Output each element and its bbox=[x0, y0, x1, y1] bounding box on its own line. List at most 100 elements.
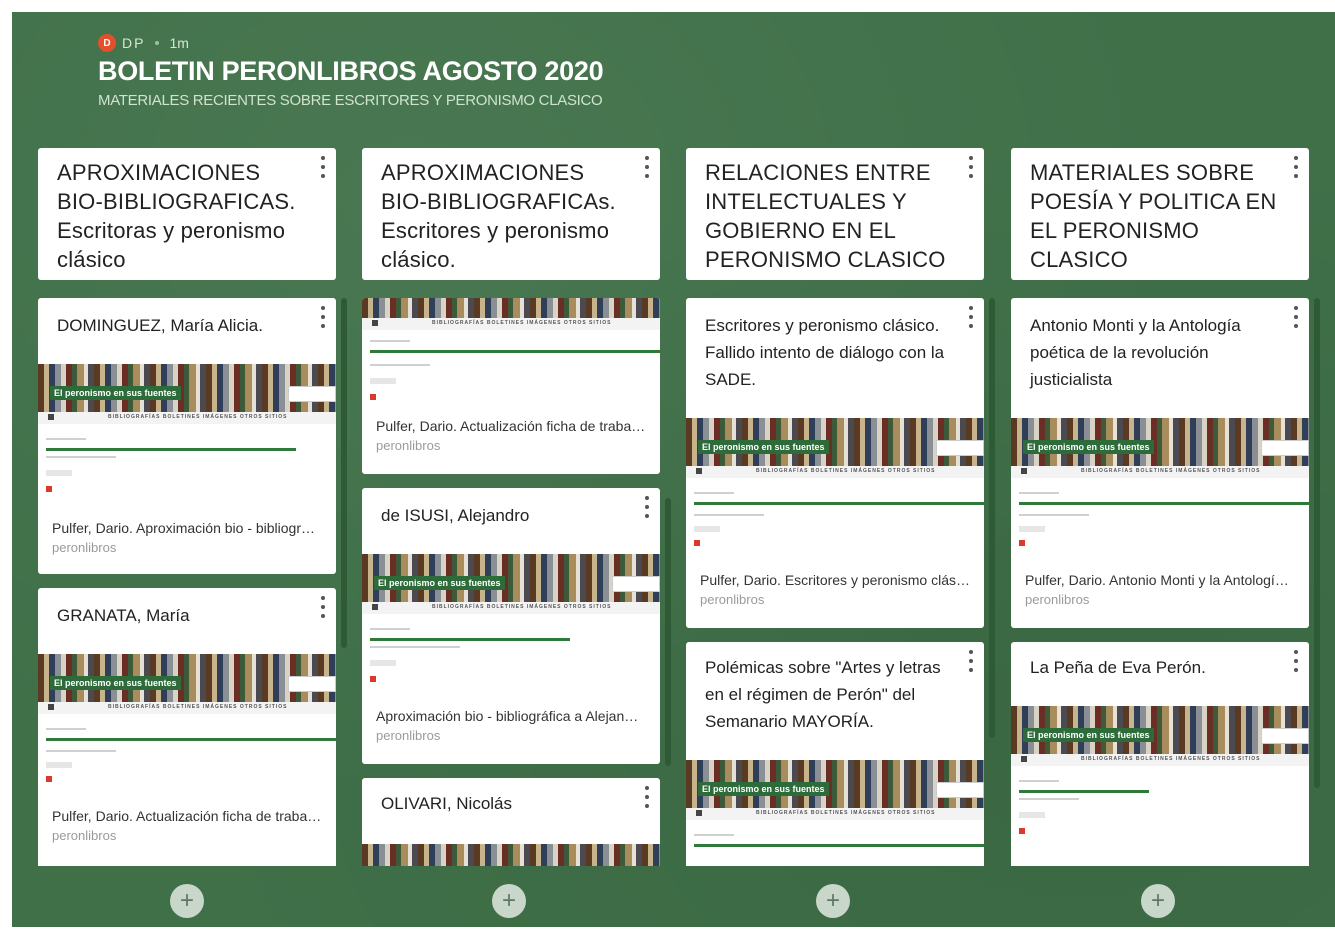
card-title: DOMINGUEZ, María Alicia. bbox=[57, 316, 263, 335]
card-source: peronlibros bbox=[700, 592, 765, 607]
bookshelf-image: El peronismo en sus fuentes bbox=[1011, 418, 1309, 466]
scrollbar[interactable] bbox=[665, 498, 671, 766]
post-card[interactable]: OLIVARI, Nicolás bbox=[362, 778, 660, 866]
post-card[interactable]: GRANATA, María El peronismo en sus fuent… bbox=[38, 588, 336, 866]
thumbnail-nav-label: BIBLIOGRAFÍAS BOLETINES IMÁGENES OTROS S… bbox=[108, 414, 288, 420]
card-source: peronlibros bbox=[52, 540, 117, 555]
thumbnail-line bbox=[370, 628, 410, 630]
more-options-icon[interactable] bbox=[966, 306, 976, 328]
column-title: RELACIONES ENTRE INTELECTUALES Y GOBIERN… bbox=[705, 160, 946, 272]
thumbnail-heading bbox=[370, 350, 660, 353]
more-options-icon[interactable] bbox=[642, 496, 652, 518]
more-options-icon[interactable] bbox=[318, 156, 328, 178]
pdf-icon bbox=[1019, 828, 1025, 834]
thumbnail-download bbox=[46, 762, 72, 768]
add-post-button[interactable]: + bbox=[492, 884, 526, 918]
thumbnail-nav-label: BIBLIOGRAFÍAS BOLETINES IMÁGENES OTROS S… bbox=[432, 320, 612, 326]
scrollbar[interactable] bbox=[1314, 298, 1320, 788]
thumbnail-nav: BIBLIOGRAFÍAS BOLETINES IMÁGENES OTROS S… bbox=[1011, 466, 1309, 478]
column-cards[interactable]: DOMINGUEZ, María Alicia. El peronismo en… bbox=[38, 298, 336, 866]
link-thumbnail: El peronismo en sus fuentes BIBLIOGRAFÍA… bbox=[686, 418, 984, 548]
column-title: APROXIMACIONES BIO-BIBLIOGRAFICAS. Escri… bbox=[57, 160, 296, 272]
thumbnail-nav: BIBLIOGRAFÍAS BOLETINES IMÁGENES OTROS S… bbox=[362, 602, 660, 614]
column-cards[interactable]: BIBLIOGRAFÍAS BOLETINES IMÁGENES OTROS S… bbox=[362, 298, 660, 866]
pdf-icon bbox=[1019, 540, 1025, 546]
more-options-icon[interactable] bbox=[642, 156, 652, 178]
add-post-button[interactable]: + bbox=[1141, 884, 1175, 918]
more-options-icon[interactable] bbox=[1291, 156, 1301, 178]
bookshelf-image: El peronismo en sus fuentes bbox=[362, 554, 660, 602]
post-card[interactable]: de ISUSI, Alejandro El peronismo en sus … bbox=[362, 488, 660, 764]
column-title: MATERIALES SOBRE POESÍA Y POLITICA EN EL… bbox=[1030, 160, 1277, 272]
post-card[interactable]: Antonio Monti y la Antología poética de … bbox=[1011, 298, 1309, 628]
thumbnail-line bbox=[370, 340, 410, 342]
post-card[interactable]: Polémicas sobre "Artes y letras en el ré… bbox=[686, 642, 984, 866]
thumbnail-line bbox=[370, 364, 430, 366]
thumbnail-line bbox=[694, 834, 734, 836]
avatar[interactable]: D bbox=[98, 34, 116, 52]
card-title: Polémicas sobre "Artes y letras en el ré… bbox=[705, 658, 941, 731]
card-source: peronlibros bbox=[1025, 592, 1090, 607]
column-cards[interactable]: Antonio Monti y la Antología poética de … bbox=[1011, 298, 1309, 866]
thumbnail-badge: El peronismo en sus fuentes bbox=[698, 440, 829, 454]
padlet-board: D DP 1m BOLETIN PERONLIBROS AGOSTO 2020 … bbox=[12, 12, 1335, 927]
card-caption: Pulfer, Dario. Actualización ficha de tr… bbox=[376, 418, 646, 434]
add-post-button[interactable]: + bbox=[816, 884, 850, 918]
thumbnail-nav: BIBLIOGRAFÍAS BOLETINES IMÁGENES OTROS S… bbox=[686, 808, 984, 820]
thumbnail-search-box bbox=[936, 782, 984, 798]
author-name: DP bbox=[122, 35, 146, 51]
scrollbar[interactable] bbox=[341, 298, 347, 648]
thumbnail-line bbox=[46, 456, 116, 458]
thumbnail-badge: El peronismo en sus fuentes bbox=[698, 782, 829, 796]
thumbnail-line bbox=[1019, 798, 1079, 800]
bookshelf-image: El peronismo en sus fuentes bbox=[1011, 706, 1309, 754]
thumbnail-line bbox=[1019, 780, 1059, 782]
thumbnail-nav-label: BIBLIOGRAFÍAS BOLETINES IMÁGENES OTROS S… bbox=[432, 604, 612, 610]
thumbnail-download bbox=[694, 526, 720, 532]
pdf-icon bbox=[694, 540, 700, 546]
post-card[interactable]: DOMINGUEZ, María Alicia. El peronismo en… bbox=[38, 298, 336, 574]
post-card[interactable]: La Peña de Eva Perón. El peronismo en su… bbox=[1011, 642, 1309, 866]
more-options-icon[interactable] bbox=[966, 650, 976, 672]
card-source: peronlibros bbox=[52, 828, 117, 843]
bookshelf-image bbox=[362, 844, 660, 866]
thumbnail-heading bbox=[694, 844, 984, 847]
thumbnail-search-box bbox=[288, 386, 336, 402]
thumbnail-search-box bbox=[612, 576, 660, 592]
thumbnail-heading bbox=[46, 738, 336, 741]
thumbnail-nav: BIBLIOGRAFÍAS BOLETINES IMÁGENES OTROS S… bbox=[38, 702, 336, 714]
more-options-icon[interactable] bbox=[642, 786, 652, 808]
thumbnail-badge: El peronismo en sus fuentes bbox=[1023, 728, 1154, 742]
thumbnail-heading bbox=[1019, 502, 1309, 505]
pdf-icon bbox=[46, 776, 52, 782]
pdf-icon bbox=[46, 486, 52, 492]
card-caption: Pulfer, Dario. Antonio Monti y la Antolo… bbox=[1025, 572, 1295, 588]
board-title: BOLETIN PERONLIBROS AGOSTO 2020 bbox=[98, 56, 604, 86]
separator-dot bbox=[155, 41, 160, 45]
thumbnail-download bbox=[1019, 812, 1045, 818]
thumbnail-line bbox=[1019, 492, 1059, 494]
post-card[interactable]: Escritores y peronismo clásico. Fallido … bbox=[686, 298, 984, 628]
card-title: de ISUSI, Alejandro bbox=[381, 506, 530, 525]
bookshelf-image: El peronismo en sus fuentes bbox=[686, 760, 984, 808]
scrollbar[interactable] bbox=[989, 298, 995, 738]
thumbnail-nav: BIBLIOGRAFÍAS BOLETINES IMÁGENES OTROS S… bbox=[38, 412, 336, 424]
post-card[interactable]: BIBLIOGRAFÍAS BOLETINES IMÁGENES OTROS S… bbox=[362, 298, 660, 474]
column-cards[interactable]: Escritores y peronismo clásico. Fallido … bbox=[686, 298, 984, 866]
link-thumbnail: El peronismo en sus fuentes BIBLIOGRAFÍA… bbox=[38, 654, 336, 784]
more-options-icon[interactable] bbox=[966, 156, 976, 178]
thumbnail-nav: BIBLIOGRAFÍAS BOLETINES IMÁGENES OTROS S… bbox=[686, 466, 984, 478]
link-thumbnail: El peronismo en sus fuentes BIBLIOGRAFÍA… bbox=[1011, 706, 1309, 836]
add-post-button[interactable]: + bbox=[170, 884, 204, 918]
thumbnail-nav-label: BIBLIOGRAFÍAS BOLETINES IMÁGENES OTROS S… bbox=[1081, 468, 1261, 474]
post-author: D DP 1m bbox=[98, 34, 189, 52]
more-options-icon[interactable] bbox=[1291, 650, 1301, 672]
more-options-icon[interactable] bbox=[318, 306, 328, 328]
more-options-icon[interactable] bbox=[318, 596, 328, 618]
bookshelf-image: El peronismo en sus fuentes bbox=[38, 364, 336, 412]
thumbnail-download bbox=[370, 660, 396, 666]
thumbnail-badge: El peronismo en sus fuentes bbox=[374, 576, 505, 590]
thumbnail-heading bbox=[46, 448, 296, 451]
card-title: La Peña de Eva Perón. bbox=[1030, 658, 1206, 677]
more-options-icon[interactable] bbox=[1291, 306, 1301, 328]
